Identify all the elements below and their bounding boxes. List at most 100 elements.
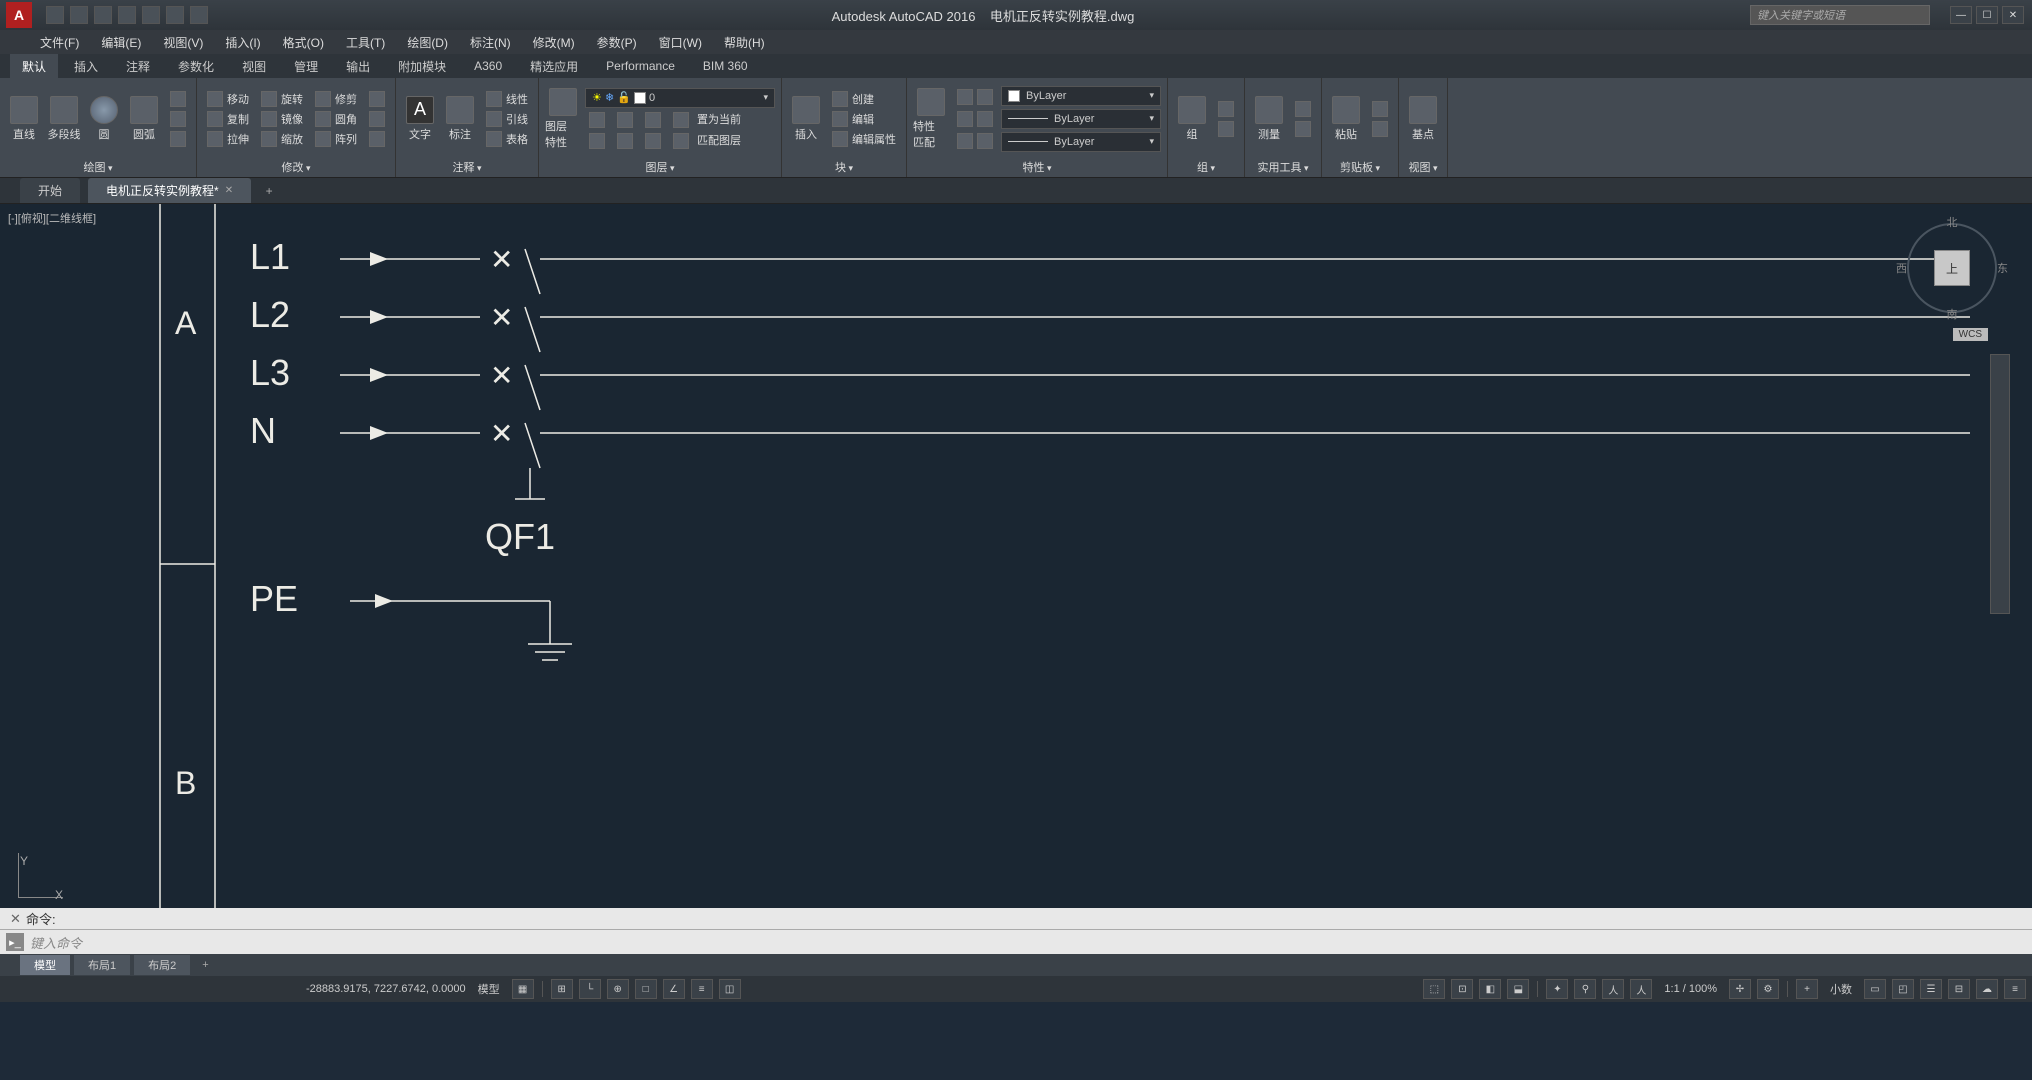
- rotate-button[interactable]: 旋转: [257, 90, 307, 108]
- viewcube-south[interactable]: 南: [1947, 306, 1958, 322]
- util-flyout[interactable]: [1291, 100, 1315, 118]
- viewcube-north[interactable]: 北: [1947, 214, 1958, 230]
- panel-draw-label[interactable]: 绘图: [6, 157, 190, 177]
- leader-button[interactable]: 引线: [482, 110, 532, 128]
- mirror-button[interactable]: 镜像: [257, 110, 307, 128]
- polyline-button[interactable]: 多段线: [46, 96, 82, 142]
- panel-baseview-label[interactable]: 视图: [1405, 157, 1441, 177]
- color-combo[interactable]: ByLayer: [1001, 86, 1161, 106]
- util-flyout2[interactable]: [1291, 120, 1315, 138]
- paste-button[interactable]: 粘贴: [1328, 96, 1364, 142]
- close-button[interactable]: ✕: [2002, 6, 2024, 24]
- match-layer-button[interactable]: 匹配图层: [697, 132, 741, 150]
- menu-tools[interactable]: 工具(T): [346, 34, 385, 51]
- layer-icon-8[interactable]: [669, 132, 693, 150]
- customize-statusbar-icon[interactable]: ≡: [2004, 979, 2026, 999]
- menu-view[interactable]: 视图(V): [163, 34, 203, 51]
- array-button[interactable]: 阵列: [311, 130, 361, 148]
- doc-tab-start[interactable]: 开始: [20, 178, 80, 203]
- draw-flyout-2[interactable]: [166, 110, 190, 128]
- layer-icon-5[interactable]: [585, 132, 609, 150]
- sb-icon-b[interactable]: ⊡: [1451, 979, 1473, 999]
- ribbon-tab-performance[interactable]: Performance: [594, 55, 687, 77]
- ribbon-tab-parametric[interactable]: 参数化: [166, 54, 226, 79]
- make-current-button[interactable]: 置为当前: [697, 111, 741, 129]
- layout-tab-1[interactable]: 布局1: [74, 955, 130, 975]
- prop-icon-row[interactable]: [953, 88, 997, 106]
- menu-format[interactable]: 格式(O): [283, 34, 324, 51]
- menu-insert[interactable]: 插入(I): [225, 34, 260, 51]
- panel-clipboard-label[interactable]: 剪贴板: [1328, 157, 1392, 177]
- recent-commands-icon[interactable]: ▸_: [6, 933, 24, 951]
- draw-flyout-1[interactable]: [166, 90, 190, 108]
- lineweight-toggle-icon[interactable]: ≡: [691, 979, 713, 999]
- layer-properties-button[interactable]: 图层 特性: [545, 88, 581, 150]
- clip-flyout2[interactable]: [1368, 120, 1392, 138]
- qat-redo-icon[interactable]: [190, 6, 208, 24]
- units-display[interactable]: 小数: [1824, 981, 1858, 997]
- edit-block-button[interactable]: 编辑: [828, 110, 900, 128]
- create-block-button[interactable]: 创建: [828, 90, 900, 108]
- help-search-input[interactable]: 键入关键字或短语: [1750, 5, 1930, 25]
- app-menu-icon[interactable]: A: [6, 2, 32, 28]
- menu-draw[interactable]: 绘图(D): [407, 34, 448, 51]
- menu-dimension[interactable]: 标注(N): [470, 34, 511, 51]
- menu-modify[interactable]: 修改(M): [533, 34, 575, 51]
- qat-open-icon[interactable]: [70, 6, 88, 24]
- menu-help[interactable]: 帮助(H): [724, 34, 765, 51]
- command-input[interactable]: 键入命令: [30, 933, 2026, 952]
- panel-properties-label[interactable]: 特性: [913, 157, 1161, 177]
- edit-attr-button[interactable]: 编辑属性: [828, 130, 900, 148]
- panel-layers-label[interactable]: 图层: [545, 157, 775, 177]
- sb-icon-d[interactable]: ⬓: [1507, 979, 1529, 999]
- ribbon-tab-a360[interactable]: A360: [462, 55, 514, 77]
- snap-toggle-icon[interactable]: ⊞: [551, 979, 573, 999]
- grid-toggle-icon[interactable]: ▦: [512, 979, 534, 999]
- draw-flyout-3[interactable]: [166, 130, 190, 148]
- insert-block-button[interactable]: 插入: [788, 96, 824, 142]
- menu-window[interactable]: 窗口(W): [659, 34, 702, 51]
- qat-save-icon[interactable]: [94, 6, 112, 24]
- circle-button[interactable]: 圆: [86, 96, 122, 142]
- qat-plot-icon[interactable]: [142, 6, 160, 24]
- match-properties-button[interactable]: 特性 匹配: [913, 88, 949, 150]
- modify-flyout-3[interactable]: [365, 130, 389, 148]
- modify-flyout-2[interactable]: [365, 110, 389, 128]
- panel-modify-label[interactable]: 修改: [203, 157, 389, 177]
- layer-icon-4[interactable]: [669, 111, 693, 129]
- close-cmd-icon[interactable]: ✕: [10, 911, 26, 927]
- panel-utilities-label[interactable]: 实用工具: [1251, 157, 1315, 177]
- qat-new-icon[interactable]: [46, 6, 64, 24]
- lineweight-combo[interactable]: ByLayer: [1001, 109, 1161, 129]
- trim-button[interactable]: 修剪: [311, 90, 361, 108]
- sb-icon-c[interactable]: ◧: [1479, 979, 1501, 999]
- doc-tab-active[interactable]: 电机正反转实例教程*✕: [88, 178, 251, 203]
- ribbon-tab-insert[interactable]: 插入: [62, 54, 110, 79]
- dimension-button[interactable]: 标注: [442, 96, 478, 142]
- qat-saveas-icon[interactable]: [118, 6, 136, 24]
- ribbon-tab-addins[interactable]: 附加模块: [386, 54, 458, 79]
- ribbon-tab-view[interactable]: 视图: [230, 54, 278, 79]
- add-doc-button[interactable]: +: [259, 184, 279, 198]
- ribbon-tab-default[interactable]: 默认: [10, 54, 58, 79]
- panel-annotate-label[interactable]: 注释: [402, 157, 532, 177]
- sb-icon-a[interactable]: ⬚: [1423, 979, 1445, 999]
- viewcube-east[interactable]: 东: [1997, 260, 2008, 276]
- layer-combo[interactable]: ☀ ❄ 🔓 0: [585, 88, 775, 108]
- layout-tab-2[interactable]: 布局2: [134, 955, 190, 975]
- annotation-scale[interactable]: 1:1 / 100%: [1658, 983, 1723, 995]
- linear-dim-button[interactable]: 线性: [482, 90, 532, 108]
- sb-icon-h[interactable]: 人: [1630, 979, 1652, 999]
- add-layout-button[interactable]: +: [194, 957, 216, 973]
- menu-parametric[interactable]: 参数(P): [597, 34, 637, 51]
- ortho-toggle-icon[interactable]: └: [579, 979, 601, 999]
- osnap-toggle-icon[interactable]: □: [635, 979, 657, 999]
- sb-icon-o[interactable]: ☁: [1976, 979, 1998, 999]
- move-button[interactable]: 移动: [203, 90, 253, 108]
- navigation-bar[interactable]: [1990, 354, 2010, 614]
- ribbon-tab-bim360[interactable]: BIM 360: [691, 55, 760, 77]
- sb-icon-f[interactable]: ⚲: [1574, 979, 1596, 999]
- sb-icon-n[interactable]: ⊟: [1948, 979, 1970, 999]
- ribbon-tab-manage[interactable]: 管理: [282, 54, 330, 79]
- viewcube-west[interactable]: 西: [1896, 260, 1907, 276]
